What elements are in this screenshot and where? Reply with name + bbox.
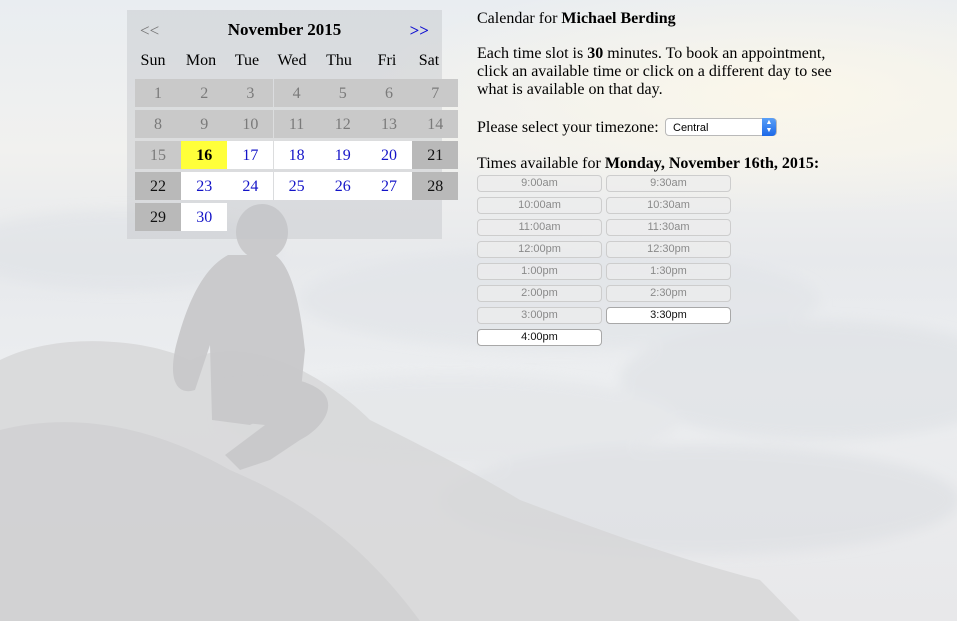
day-cell-20[interactable]: 20 bbox=[366, 141, 412, 169]
month-title: November 2015 bbox=[227, 20, 342, 39]
time-slot-button[interactable]: 4:00pm bbox=[477, 329, 602, 346]
day-cell-19[interactable]: 19 bbox=[319, 141, 366, 169]
day-cell-1: 1 bbox=[135, 79, 181, 107]
weekday-mon: Mon bbox=[185, 52, 217, 69]
calendar-header: << November 2015 >> bbox=[127, 10, 442, 52]
time-slot-button: 2:00pm bbox=[477, 285, 602, 302]
booking-instructions: Each time slot is 30 minutes. To book an… bbox=[477, 45, 852, 99]
day-cell-12: 12 bbox=[319, 110, 366, 138]
time-slot-button: 1:30pm bbox=[606, 263, 731, 280]
day-cell-10: 10 bbox=[227, 110, 274, 138]
day-cell-25[interactable]: 25 bbox=[273, 172, 320, 200]
time-slot-button: 1:00pm bbox=[477, 263, 602, 280]
weekday-tue: Tue bbox=[234, 52, 260, 69]
day-cell-13: 13 bbox=[366, 110, 412, 138]
selected-date: Monday, November 16th, 2015: bbox=[604, 155, 820, 172]
timezone-label: Please select your timezone: bbox=[477, 119, 659, 136]
day-cell-15: 15 bbox=[135, 141, 181, 169]
time-slot-button: 11:30am bbox=[606, 219, 731, 236]
time-slot-button: 12:00pm bbox=[477, 241, 602, 258]
day-cell-2: 2 bbox=[181, 79, 228, 107]
weekday-sun: Sun bbox=[140, 52, 166, 69]
day-cell-8: 8 bbox=[135, 110, 181, 138]
timezone-value: Central bbox=[673, 122, 709, 134]
day-cell-26[interactable]: 26 bbox=[319, 172, 366, 200]
timezone-select[interactable]: Central ▲ ▼ bbox=[665, 118, 777, 136]
time-slot-button: 10:00am bbox=[477, 197, 602, 214]
time-slot-button: 9:00am bbox=[477, 175, 602, 192]
month-calendar: << November 2015 >> Sun Mon Tue Wed Thu Fri Sa… bbox=[127, 10, 459, 239]
info-text-a: Each time slot is bbox=[477, 45, 588, 62]
weekday-fri: Fri bbox=[377, 52, 397, 69]
day-cell-18[interactable]: 18 bbox=[273, 141, 320, 169]
weekday-wed: Wed bbox=[277, 52, 307, 69]
time-slot-button[interactable]: 3:30pm bbox=[606, 307, 731, 324]
calendar-owner-title: Calendar for Michael Berding bbox=[477, 10, 676, 28]
time-slot-button: 3:00pm bbox=[477, 307, 602, 324]
day-cell-23[interactable]: 23 bbox=[181, 172, 228, 200]
day-cell-27[interactable]: 27 bbox=[366, 172, 412, 200]
day-cell-30[interactable]: 30 bbox=[181, 203, 228, 231]
day-cell-6: 6 bbox=[366, 79, 412, 107]
day-cell-29[interactable]: 29 bbox=[135, 203, 181, 231]
select-arrows-icon: ▲ ▼ bbox=[762, 118, 776, 136]
weekday-thu: Thu bbox=[326, 52, 352, 69]
time-slot-button: 12:30pm bbox=[606, 241, 731, 258]
day-cell-4: 4 bbox=[273, 79, 320, 107]
day-cell-11: 11 bbox=[273, 110, 320, 138]
day-cell-5: 5 bbox=[319, 79, 366, 107]
day-cell-17[interactable]: 17 bbox=[227, 141, 274, 169]
owner-name: Michael Berding bbox=[561, 10, 676, 27]
day-cell-7: 7 bbox=[412, 79, 459, 107]
day-cell-21[interactable]: 21 bbox=[412, 141, 459, 169]
slot-minutes: 30 bbox=[587, 45, 604, 62]
times-available-heading: Times available for Monday, November 16t… bbox=[477, 155, 819, 173]
day-cell-9: 9 bbox=[181, 110, 228, 138]
day-cell-28[interactable]: 28 bbox=[412, 172, 459, 200]
day-cell-22[interactable]: 22 bbox=[135, 172, 181, 200]
time-slot-button: 11:00am bbox=[477, 219, 602, 236]
day-cell-24[interactable]: 24 bbox=[227, 172, 274, 200]
day-cell-3: 3 bbox=[227, 79, 274, 107]
next-month-link[interactable]: >> bbox=[410, 21, 429, 41]
weekday-sat: Sat bbox=[418, 52, 440, 69]
time-slot-button: 9:30am bbox=[606, 175, 731, 192]
title-prefix: Calendar for bbox=[477, 10, 562, 27]
day-cell-16[interactable]: 16 bbox=[181, 141, 228, 169]
time-slot-button: 2:30pm bbox=[606, 285, 731, 302]
time-slot-button: 10:30am bbox=[606, 197, 731, 214]
times-prefix: Times available for bbox=[477, 155, 605, 172]
day-cell-14: 14 bbox=[412, 110, 459, 138]
